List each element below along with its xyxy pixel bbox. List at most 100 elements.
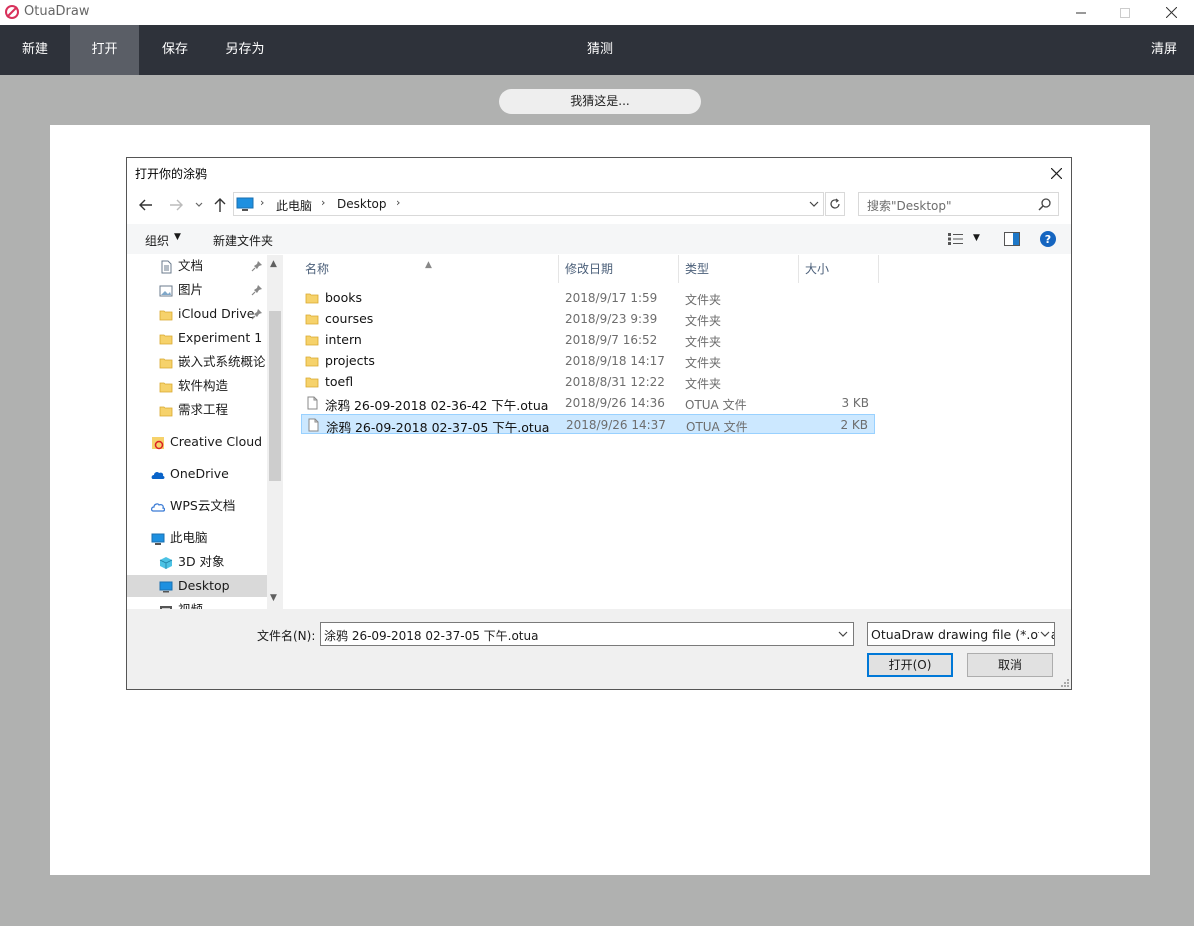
filename-label: 文件名(N): <box>257 629 316 643</box>
refresh-icon <box>830 198 840 209</box>
address-bar[interactable]: › 此电脑 › Desktop › <box>233 192 824 216</box>
cube-icon <box>159 555 173 569</box>
caret-down-icon[interactable]: ▼ <box>973 233 980 243</box>
nav-item[interactable]: OneDrive <box>151 463 229 485</box>
maximize-icon <box>1120 7 1130 18</box>
nav-item-label: 嵌入式系统概论 <box>178 354 266 369</box>
scroll-down-icon[interactable]: ▼ <box>270 593 277 603</box>
nav-item[interactable]: 3D 对象 <box>159 551 225 573</box>
sort-ascending-icon: ▲ <box>425 260 432 270</box>
close-window-button[interactable] <box>1148 0 1194 25</box>
open-button[interactable]: 打开 <box>70 25 139 75</box>
dialog-title: 打开你的涂鸦 <box>135 167 208 181</box>
column-header-type[interactable]: 类型 <box>679 255 799 283</box>
app-logo-icon <box>5 5 19 19</box>
pin-icon <box>251 308 263 320</box>
nav-item[interactable]: Experiment 1 <box>159 327 262 349</box>
save-as-button[interactable]: 另存为 <box>210 25 280 75</box>
filename-value: 涂鸦 26-09-2018 02-37-05 下午.otua <box>324 629 539 643</box>
save-button[interactable]: 保存 <box>140 25 210 75</box>
open-file-button[interactable]: 打开(O) <box>867 653 953 677</box>
nav-item[interactable]: 此电脑 <box>151 527 208 549</box>
breadcrumb-separator-icon: › <box>321 196 326 209</box>
minimize-icon <box>1076 12 1086 13</box>
nav-item-label: OneDrive <box>170 466 229 481</box>
file-row[interactable]: toefl 2018/8/31 12:22 文件夹 <box>301 372 875 392</box>
scroll-up-icon[interactable]: ▲ <box>270 259 277 269</box>
file-row[interactable]: projects 2018/9/18 14:17 文件夹 <box>301 351 875 371</box>
title-bar: OtuaDraw <box>0 0 1194 25</box>
caret-down-icon[interactable]: ▼ <box>174 232 181 242</box>
guess-button[interactable]: 猜测 <box>565 25 635 75</box>
dialog-footer: 文件名(N): 涂鸦 26-09-2018 02-37-05 下午.otua O… <box>127 609 1071 689</box>
nav-item[interactable]: Creative Cloud F <box>151 431 273 453</box>
file-row[interactable]: 涂鸦 26-09-2018 02-37-05 下午.otua 2018/9/26 … <box>301 414 875 435</box>
breadcrumb-desktop[interactable]: Desktop <box>337 197 387 211</box>
file-row[interactable]: books 2018/9/17 1:59 文件夹 <box>301 288 875 308</box>
back-arrow-icon[interactable] <box>137 196 155 214</box>
filetype-select[interactable]: OtuaDraw drawing file (*.otua) <box>867 622 1055 646</box>
up-arrow-icon[interactable] <box>211 196 229 214</box>
picture-icon <box>159 283 173 297</box>
chevron-down-icon[interactable] <box>837 627 849 641</box>
nav-item[interactable]: 视频 <box>159 599 203 609</box>
nav-item[interactable]: 需求工程 <box>159 399 228 421</box>
column-header-size[interactable]: 大小 <box>799 255 879 283</box>
nav-item-label: 文档 <box>178 258 204 273</box>
file-name: 涂鸦 26-09-2018 02-36-42 下午.otua <box>325 398 549 413</box>
file-modified: 2018/9/26 14:37 <box>566 418 666 432</box>
view-options-icon[interactable] <box>947 232 965 246</box>
desktop-icon <box>159 579 173 593</box>
chevron-down-icon[interactable] <box>1039 627 1051 641</box>
nav-item-label: 软件构造 <box>178 378 229 393</box>
nav-item[interactable]: Desktop <box>127 575 267 597</box>
scrollbar-thumb[interactable] <box>269 311 281 481</box>
recent-locations-chevron-icon[interactable] <box>193 198 205 212</box>
refresh-button[interactable] <box>825 192 845 216</box>
filename-input[interactable]: 涂鸦 26-09-2018 02-37-05 下午.otua <box>320 622 854 646</box>
minimize-button[interactable] <box>1058 0 1104 25</box>
pc-icon <box>236 197 254 211</box>
file-type: 文件夹 <box>685 335 722 349</box>
breadcrumb-separator-icon: › <box>260 196 265 209</box>
pc-icon <box>151 531 165 545</box>
help-icon[interactable]: ? <box>1039 230 1057 248</box>
dialog-close-button[interactable] <box>1045 162 1067 184</box>
file-modified: 2018/9/26 14:36 <box>565 396 665 410</box>
resize-grip-icon[interactable] <box>1060 678 1070 688</box>
file-icon <box>305 396 319 410</box>
chevron-down-icon[interactable] <box>807 196 821 212</box>
onedrive-icon <box>151 467 165 481</box>
maximize-button[interactable] <box>1102 0 1148 25</box>
clear-button[interactable]: 清屏 <box>1134 25 1194 75</box>
nav-item[interactable]: 软件构造 <box>159 375 228 397</box>
column-header-modified[interactable]: 修改日期 <box>559 255 679 283</box>
file-row[interactable]: courses 2018/9/23 9:39 文件夹 <box>301 309 875 329</box>
new-folder-button[interactable]: 新建文件夹 <box>213 232 273 249</box>
file-list: 名称 ▲ 修改日期 类型 大小 books 2018/9/17 1:59 文件夹 co… <box>299 255 1071 609</box>
folder-icon <box>159 331 173 345</box>
nav-item[interactable]: 图片 <box>159 279 203 301</box>
search-input[interactable]: 搜索"Desktop" <box>858 192 1059 216</box>
file-row[interactable]: 涂鸦 26-09-2018 02-36-42 下午.otua 2018/9/26 … <box>301 393 875 413</box>
nav-item[interactable]: 文档 <box>159 255 203 277</box>
nav-item-label: Desktop <box>178 578 230 593</box>
folder-icon <box>159 307 173 321</box>
folder-icon <box>305 291 319 305</box>
column-header-name[interactable]: 名称 ▲ <box>299 255 559 283</box>
guess-result: 我猜这是... <box>499 89 701 114</box>
new-button[interactable]: 新建 <box>0 25 70 75</box>
nav-item[interactable]: WPS云文档 <box>151 495 235 517</box>
cancel-button[interactable]: 取消 <box>967 653 1053 677</box>
navigation-scrollbar[interactable]: ▲ ▼ <box>267 255 283 609</box>
nav-item[interactable]: iCloud Drive <box>159 303 254 325</box>
forward-arrow-icon[interactable] <box>167 196 185 214</box>
breadcrumb-this-pc[interactable]: 此电脑 <box>276 197 312 214</box>
file-row[interactable]: intern 2018/9/7 16:52 文件夹 <box>301 330 875 350</box>
nav-item[interactable]: 嵌入式系统概论 <box>159 351 266 373</box>
organize-menu[interactable]: 组织 <box>145 232 169 249</box>
column-size-label: 大小 <box>805 262 830 276</box>
folder-icon <box>305 333 319 347</box>
creative-cloud-icon <box>151 435 165 449</box>
preview-pane-icon[interactable] <box>1004 232 1020 246</box>
